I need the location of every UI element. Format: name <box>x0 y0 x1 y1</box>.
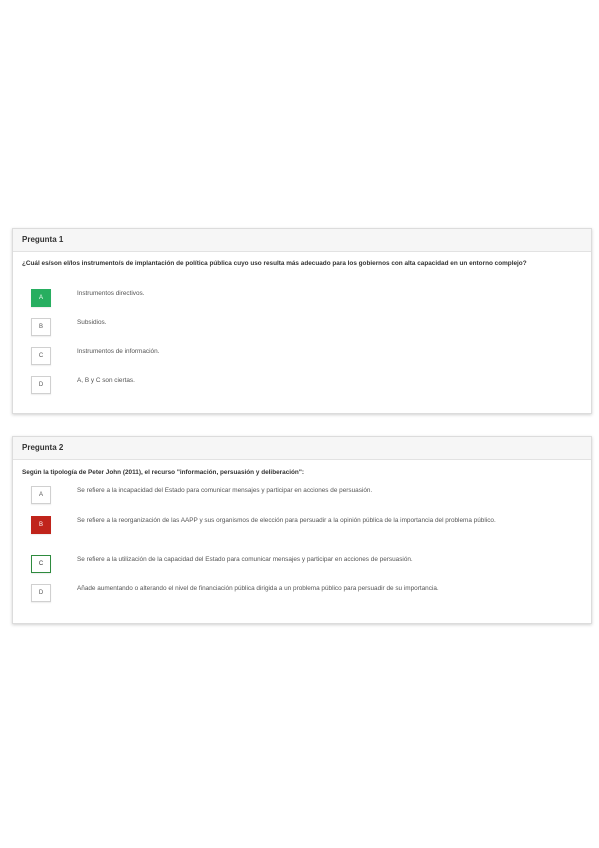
question-text: Según la tipología de Peter John (2011),… <box>22 469 304 476</box>
option-text: A, B y C son ciertas. <box>77 377 135 384</box>
option-letter-box[interactable]: C <box>31 347 51 365</box>
answer-option-d[interactable]: D Añade aumentando o alterando el nivel … <box>31 584 573 604</box>
question-card-2: Pregunta 2 Según la tipología de Peter J… <box>12 436 592 624</box>
option-text: Se refiere a la incapacidad del Estado p… <box>77 487 373 494</box>
option-letter-box[interactable]: D <box>31 584 51 602</box>
question-text: ¿Cuál es/son el/los instrumento/s de imp… <box>22 260 527 267</box>
option-letter-box[interactable]: A <box>31 486 51 504</box>
option-letter-box[interactable]: B <box>31 516 51 534</box>
answer-option-a[interactable]: A Se refiere a la incapacidad del Estado… <box>31 486 573 506</box>
answer-option-b[interactable]: B Subsidios. <box>31 318 573 338</box>
option-text: Se refiere a la reorganización de las AA… <box>77 517 496 524</box>
option-text: Instrumentos de información. <box>77 348 160 355</box>
option-letter-box[interactable]: C <box>31 555 51 573</box>
option-text: Subsidios. <box>77 319 107 326</box>
answer-option-c[interactable]: C Instrumentos de información. <box>31 347 573 367</box>
question-header: Pregunta 2 <box>13 437 591 460</box>
option-letter-box[interactable]: D <box>31 376 51 394</box>
answer-option-b[interactable]: B Se refiere a la reorganización de las … <box>31 516 573 536</box>
answer-option-a[interactable]: A Instrumentos directivos. <box>31 289 573 309</box>
option-text: Instrumentos directivos. <box>77 290 145 297</box>
answer-option-c[interactable]: C Se refiere a la utilización de la capa… <box>31 555 573 575</box>
option-letter-box[interactable]: A <box>31 289 51 307</box>
option-letter-box[interactable]: B <box>31 318 51 336</box>
question-header: Pregunta 1 <box>13 229 591 252</box>
option-text: Añade aumentando o alterando el nivel de… <box>77 585 439 592</box>
answer-option-d[interactable]: D A, B y C son ciertas. <box>31 376 573 396</box>
option-text: Se refiere a la utilización de la capaci… <box>77 556 413 563</box>
question-card-1: Pregunta 1 ¿Cuál es/son el/los instrumen… <box>12 228 592 414</box>
